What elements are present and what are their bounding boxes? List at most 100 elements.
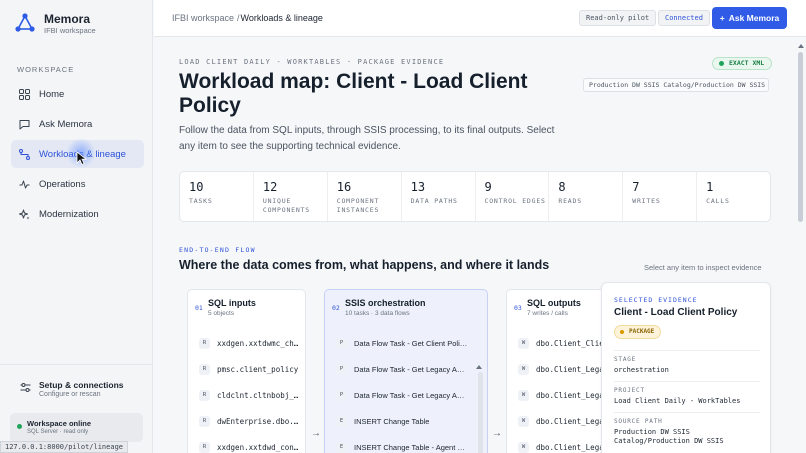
row-label: Data Flow Task - Get Legacy A… xyxy=(354,364,465,374)
row-label: dwEnterprise.dbo.… xyxy=(217,416,299,426)
row-type-badge: R xyxy=(199,337,210,349)
page-title: Workload map: Client - Load Client Polic… xyxy=(179,70,528,117)
row-type-badge: P xyxy=(336,389,347,401)
panel-scrollbar[interactable] xyxy=(478,372,483,453)
list-item[interactable]: Rcldclnt.cltnbobj_… xyxy=(188,382,305,408)
flow-arrow-icon: → xyxy=(492,428,502,439)
list-item[interactable]: E INSERT Change Table xyxy=(325,408,487,434)
flow-eyebrow: END-TO-END FLOW xyxy=(179,246,256,254)
sidebar-item-modernization[interactable]: Modernization xyxy=(11,200,144,228)
list-item[interactable]: E INSERT Change Table - Agent … xyxy=(325,434,487,453)
stat-control-edges: 9 CONTROL EDGES xyxy=(476,172,550,221)
row-type-badge: R xyxy=(199,415,210,427)
scroll-up-arrow-icon[interactable] xyxy=(798,44,804,48)
row-label: pmsc.client_policy xyxy=(217,364,299,374)
stat-label: CONTROL EDGES xyxy=(484,197,546,205)
panel-title: SQL outputs xyxy=(527,298,581,308)
package-badge: PACKAGE xyxy=(614,325,662,339)
row-label: INSERT Change Table - Agent … xyxy=(354,442,465,452)
stat-value: 16 xyxy=(336,180,352,194)
list-item[interactable]: Wdbo.Client_Legacy… xyxy=(507,408,605,434)
stat-data-paths: 13 DATA PATHS xyxy=(402,172,476,221)
list-item[interactable]: Rxxdgen.xxtdwd_con… xyxy=(188,434,305,453)
row-type-badge: W xyxy=(518,441,529,453)
flow-hint: Select any item to inspect evidence xyxy=(644,263,762,272)
list-item[interactable]: Wdbo.Client_Legacy… xyxy=(507,382,605,408)
evidence-source-path: SOURCE PATH Production DW SSIS Catalog/P… xyxy=(614,412,760,446)
row-type-badge: P xyxy=(336,337,347,349)
stat-label: UNIQUE COMPONENTS xyxy=(262,197,311,214)
setup-title: Setup & connections xyxy=(39,380,124,390)
evidence-title: Client - Load Client Policy xyxy=(614,307,738,318)
list-item[interactable]: P Data Flow Task - Get Legacy A… xyxy=(325,382,487,408)
evidence-stage: STAGE orchestration xyxy=(614,350,760,375)
panel-subtitle: 5 objects xyxy=(208,310,235,317)
list-item[interactable]: Rxxdgen.xxtdwmc_ch… xyxy=(188,330,305,356)
list-item[interactable]: Wdbo.Client_Legacy… xyxy=(507,356,605,382)
row-type-badge: E xyxy=(336,441,347,453)
pulse-icon xyxy=(19,179,30,190)
sidebar-item-ask-memora[interactable]: Ask Memora xyxy=(11,110,144,138)
sidebar-item-label: Home xyxy=(39,88,65,100)
panel-number: 03 xyxy=(514,304,522,312)
stats-strip: 10 TASKS 12 UNIQUE COMPONENTS 16 COMPONENT … xyxy=(179,171,771,222)
stat-reads: 8 READS xyxy=(549,172,624,221)
stat-label: READS xyxy=(558,197,582,205)
row-type-badge: R xyxy=(199,441,210,453)
breadcrumb-current: Workloads & lineage xyxy=(240,13,323,23)
stat-label: CALLS xyxy=(706,197,730,205)
stat-label: COMPONENT INSTANCES xyxy=(336,197,380,214)
list-item[interactable]: Rpmsc.client_policy xyxy=(188,356,305,382)
setup-connections-link[interactable]: Setup & connections Configure or rescan xyxy=(20,380,124,398)
row-type-badge: W xyxy=(518,389,529,401)
inputs-list: Rxxdgen.xxtdwmc_ch… Rpmsc.client_policy … xyxy=(188,330,305,453)
stat-label: DATA PATHS xyxy=(410,197,458,205)
row-type-badge: W xyxy=(518,337,529,349)
row-label: dbo.Client_Legacy… xyxy=(536,442,605,452)
panel-title: SSIS orchestration xyxy=(345,298,426,308)
scrollbar-thumb[interactable] xyxy=(798,52,803,222)
stat-writes: 7 WRITES xyxy=(623,172,698,221)
row-label: Data Flow Task - Get Legacy A… xyxy=(354,390,465,400)
exact-xml-badge: EXACT XML xyxy=(712,57,773,70)
row-label: xxdgen.xxtdwmc_ch… xyxy=(217,338,299,348)
list-item[interactable]: P Data Flow Task - Get Legacy A… xyxy=(325,356,487,382)
panel-subtitle: 7 writes / calls xyxy=(527,310,568,317)
online-dot-icon xyxy=(17,424,22,429)
grid-icon xyxy=(19,88,30,100)
row-label: cldclnt.cltnbobj_… xyxy=(217,390,299,400)
sidebar: Memora IFBI workspace WORKSPACE Home Ask… xyxy=(0,0,153,453)
selected-evidence-card: SELECTED EVIDENCE Client - Load Client P… xyxy=(601,282,771,453)
workspace-status-subtitle: SQL Server · read only xyxy=(27,429,89,435)
list-item[interactable]: Wdbo.Client_Legacy… xyxy=(507,434,605,453)
page-scrollbar[interactable] xyxy=(797,40,804,453)
list-item[interactable]: RdwEnterprise.dbo.… xyxy=(188,408,305,434)
row-label: dbo.Client_Legacy… xyxy=(536,416,605,426)
sql-inputs-panel: 01 SQL inputs 5 objects Rxxdgen.xxtdwmc_… xyxy=(187,289,306,453)
stat-value: 13 xyxy=(410,180,426,194)
page-lead: Follow the data from SQL inputs, through… xyxy=(179,125,555,152)
row-type-badge: W xyxy=(518,415,529,427)
field-label: STAGE xyxy=(614,356,637,363)
chat-icon xyxy=(19,119,30,130)
ask-memora-button[interactable]: + Ask Memora xyxy=(712,7,787,29)
field-label: PROJECT xyxy=(614,387,645,394)
breadcrumb-root[interactable]: IFBI workspace xyxy=(172,13,234,23)
list-item[interactable]: P Data Flow Task - Get Client Poli… xyxy=(325,330,487,356)
tasks-list: P Data Flow Task - Get Client Poli… P Data… xyxy=(325,330,487,453)
scroll-up-arrow-icon[interactable] xyxy=(476,365,482,369)
stat-value: 8 xyxy=(558,180,566,194)
page-eyebrow: LOAD CLIENT DAILY - WORKTABLES · PACKAGE… xyxy=(179,58,445,66)
stat-value: 12 xyxy=(262,180,278,194)
source-path-chip[interactable]: Production DW SSIS Catalog/Production DW… xyxy=(583,78,769,92)
brand[interactable]: Memora IFBI workspace xyxy=(14,12,96,36)
memora-logo-icon xyxy=(15,13,35,32)
plus-icon: + xyxy=(719,13,725,23)
stat-value: 7 xyxy=(632,180,640,194)
sql-outputs-panel: 03 SQL outputs 7 writes / calls Wdbo.Cli… xyxy=(506,289,606,453)
list-item[interactable]: Wdbo.Client_Client… xyxy=(507,330,605,356)
stat-calls: 1 CALLS xyxy=(697,172,770,221)
sidebar-item-operations[interactable]: Operations xyxy=(11,170,144,198)
stat-value: 9 xyxy=(484,180,492,194)
sidebar-item-home[interactable]: Home xyxy=(11,80,144,108)
